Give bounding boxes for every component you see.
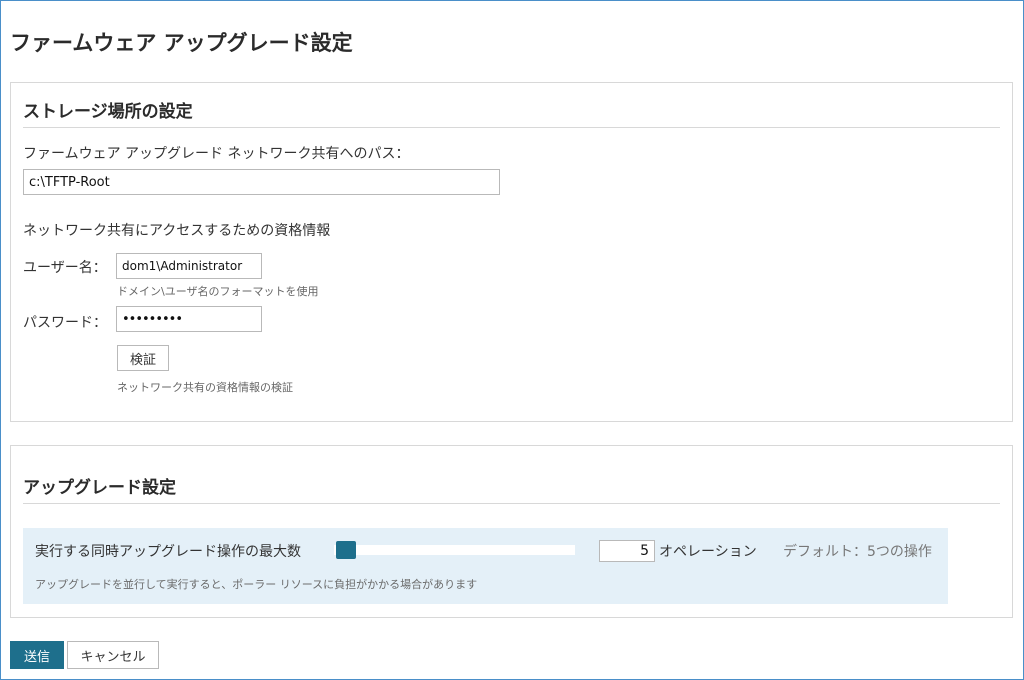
verify-hint: ネットワーク共有の資格情報の検証: [117, 381, 293, 394]
username-label: ユーザー名：: [23, 260, 107, 276]
concurrency-input[interactable]: [599, 540, 655, 562]
cancel-button[interactable]: キャンセル: [67, 641, 159, 669]
password-label: パスワード：: [23, 315, 107, 331]
storage-settings-panel: ストレージ場所の設定 ファームウェア アップグレード ネットワーク共有へのパス：…: [10, 82, 1013, 422]
username-input[interactable]: [116, 253, 262, 279]
concurrency-warning: アップグレードを並行して実行すると、ポーラー リソースに負担がかかる場合がありま…: [35, 578, 478, 591]
upgrade-section-title: アップグレード設定: [23, 478, 176, 498]
verify-button[interactable]: 検証: [117, 345, 169, 371]
concurrency-label: 実行する同時アップグレード操作の最大数: [35, 544, 301, 560]
share-path-label: ファームウェア アップグレード ネットワーク共有へのパス：: [23, 146, 410, 162]
credentials-heading: ネットワーク共有にアクセスするための資格情報: [23, 223, 331, 239]
default-value-text: デフォルト：5つの操作: [783, 544, 932, 560]
concurrency-setting-row: 実行する同時アップグレード操作の最大数 オペレーション デフォルト：5つの操作 …: [23, 528, 948, 604]
share-path-input[interactable]: [23, 169, 500, 195]
section-divider: [23, 127, 1000, 128]
page-title: ファームウェア アップグレード設定: [10, 31, 353, 55]
upgrade-settings-panel: アップグレード設定 実行する同時アップグレード操作の最大数 オペレーション デフ…: [10, 445, 1013, 618]
slider-thumb[interactable]: [336, 541, 357, 559]
unit-label: オペレーション: [659, 544, 757, 560]
username-format-hint: ドメイン\ユーザ名のフォーマットを使用: [117, 285, 319, 298]
section-divider: [23, 503, 1000, 504]
submit-button[interactable]: 送信: [10, 641, 64, 669]
password-input[interactable]: [116, 306, 262, 332]
concurrency-slider[interactable]: [334, 541, 575, 559]
storage-section-title: ストレージ場所の設定: [23, 102, 193, 122]
